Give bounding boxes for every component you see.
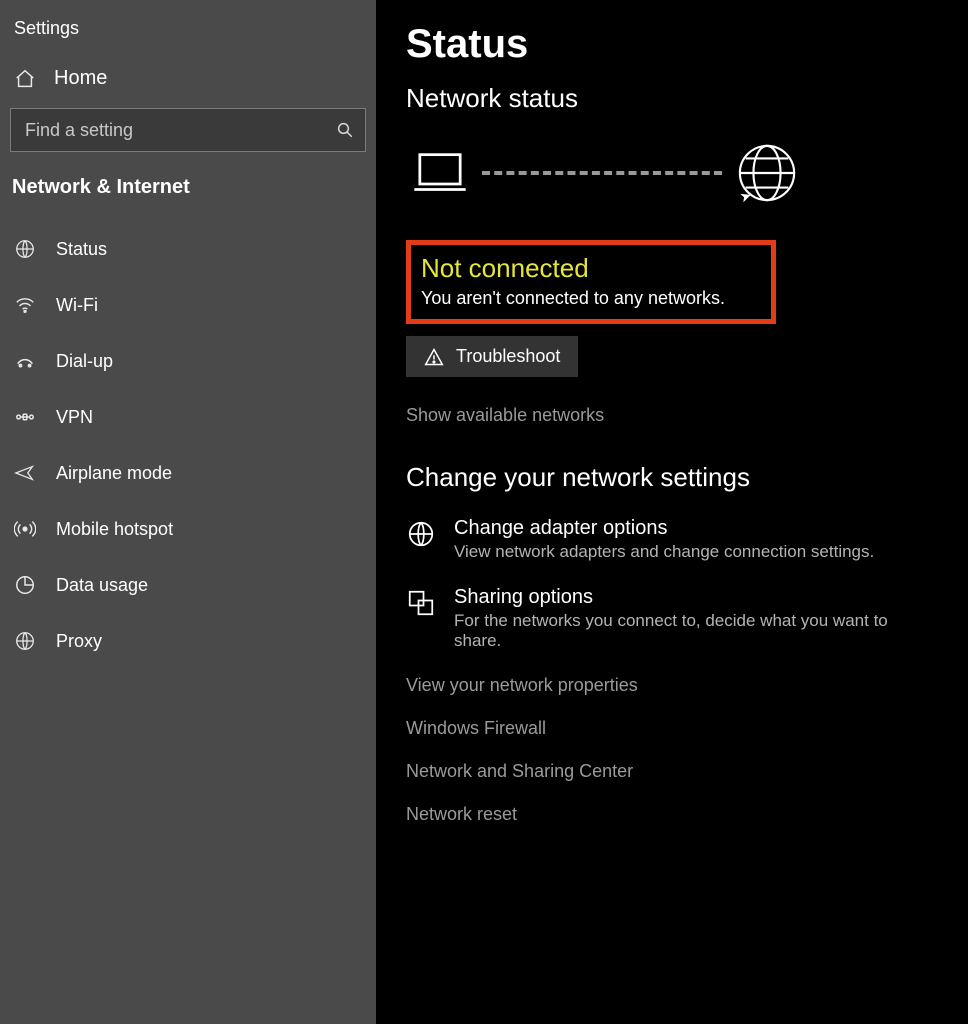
sidebar-nav: Status Wi-Fi Dial-up [10,221,366,669]
network-sharing-center-link[interactable]: Network and Sharing Center [406,761,938,782]
wifi-icon [14,294,36,316]
alert-subtitle: You aren't connected to any networks. [421,288,757,309]
setting-label: Sharing options [454,586,924,609]
section-change-settings: Change your network settings [406,462,938,493]
connection-status-alert: Not connected You aren't connected to an… [406,240,776,324]
warning-icon [424,347,444,367]
sidebar-category: Network & Internet [10,176,366,221]
setting-label: Change adapter options [454,517,874,540]
section-network-status: Network status [406,83,938,114]
search-field-wrap [10,108,366,152]
sidebar-item-dialup[interactable]: Dial-up [10,333,366,389]
sidebar-item-vpn[interactable]: VPN [10,389,366,445]
data-usage-icon [14,574,36,596]
sidebar-item-wifi[interactable]: Wi-Fi [10,277,366,333]
sidebar-item-data-usage[interactable]: Data usage [10,557,366,613]
troubleshoot-label: Troubleshoot [456,346,560,367]
vpn-icon [14,406,36,428]
show-available-networks-link[interactable]: Show available networks [406,405,938,426]
globe-icon [14,238,36,260]
setting-desc: View network adapters and change connect… [454,542,874,562]
search-icon [336,121,354,139]
connection-line [482,171,722,175]
page-title: Status [406,22,938,67]
windows-firewall-link[interactable]: Windows Firewall [406,718,938,739]
airplane-icon [14,462,36,484]
search-input[interactable] [10,108,366,152]
network-diagram: ➤ [412,142,938,204]
home-icon [14,68,36,90]
troubleshoot-button[interactable]: Troubleshoot [406,336,578,377]
change-adapter-options[interactable]: Change adapter options View network adap… [406,517,938,562]
sidebar-item-label: Dial-up [56,351,113,372]
laptop-icon [412,151,468,195]
sidebar-item-label: Mobile hotspot [56,519,173,540]
setting-desc: For the networks you connect to, decide … [454,611,924,651]
sidebar-item-label: VPN [56,407,93,428]
sidebar-item-airplane[interactable]: Airplane mode [10,445,366,501]
sidebar-item-hotspot[interactable]: Mobile hotspot [10,501,366,557]
settings-sidebar: Settings Home Network & Internet Status [0,0,376,1024]
sidebar-home[interactable]: Home [10,57,366,108]
app-title: Settings [10,12,366,57]
sidebar-item-label: Proxy [56,631,102,652]
sidebar-item-label: Airplane mode [56,463,172,484]
sidebar-item-label: Status [56,239,107,260]
sidebar-item-status[interactable]: Status [10,221,366,277]
sidebar-item-label: Wi-Fi [56,295,98,316]
alert-title: Not connected [421,253,757,284]
hotspot-icon [14,518,36,540]
sidebar-home-label: Home [54,67,107,90]
main-content: Status Network status ➤ Not connected Yo… [376,0,968,1024]
adapter-options-icon [406,519,436,549]
dialup-icon [14,350,36,372]
sidebar-item-proxy[interactable]: Proxy [10,613,366,669]
sharing-options[interactable]: Sharing options For the networks you con… [406,586,938,651]
network-reset-link[interactable]: Network reset [406,804,938,825]
view-network-properties-link[interactable]: View your network properties [406,675,938,696]
sharing-options-icon [406,588,436,618]
sidebar-item-label: Data usage [56,575,148,596]
proxy-icon [14,630,36,652]
